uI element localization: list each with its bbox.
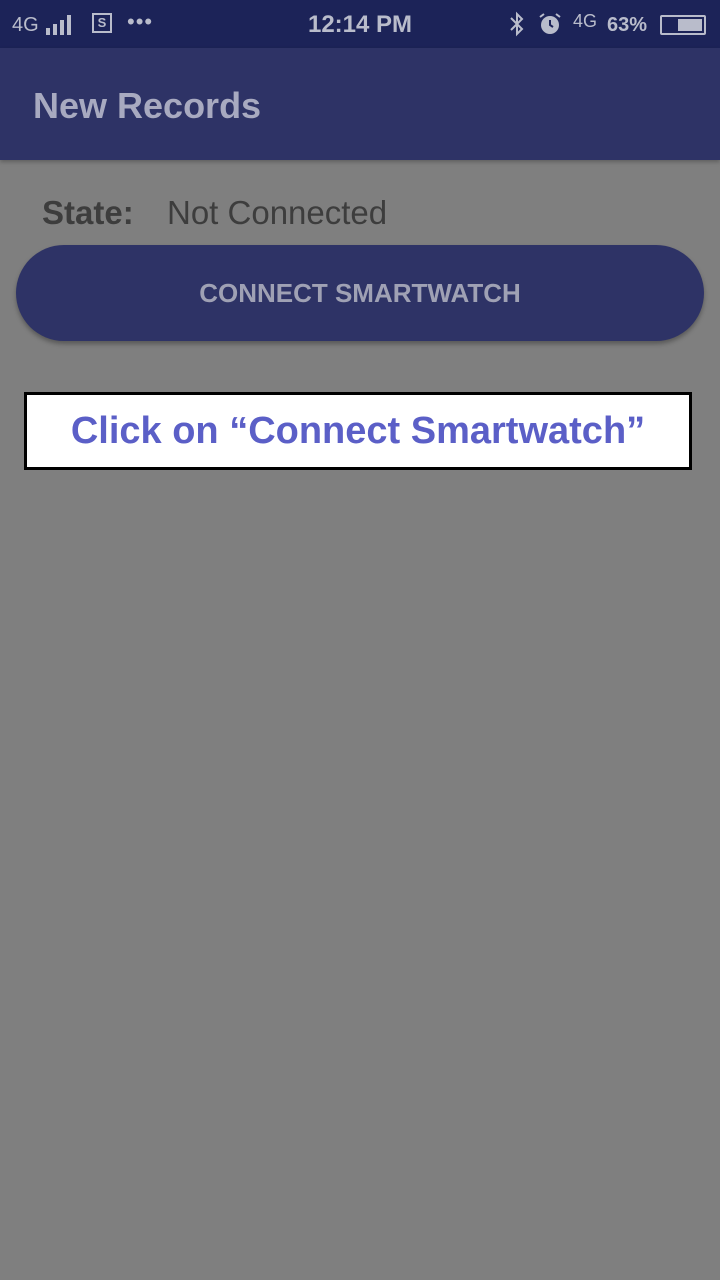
- battery-level-fill: [678, 19, 702, 31]
- battery-percent: 63%: [607, 14, 648, 36]
- battery-icon: [660, 15, 706, 35]
- network-type-secondary: 4G: [573, 11, 598, 31]
- app-bar: New Records: [0, 48, 720, 160]
- instruction-text: Click on “Connect Smartwatch”: [70, 410, 646, 452]
- instruction-callout: Click on “Connect Smartwatch”: [24, 392, 692, 470]
- bluetooth-icon: [510, 11, 524, 37]
- state-label: State:: [42, 194, 134, 231]
- page-title: New Records: [33, 85, 262, 126]
- alarm-icon: [539, 13, 561, 34]
- connect-smartwatch-button[interactable]: CONNECT SMARTWATCH: [16, 245, 704, 341]
- state-value: Not Connected: [167, 194, 388, 231]
- status-bar: 4G S ••• 12:14 PM 4G 63%: [0, 0, 720, 48]
